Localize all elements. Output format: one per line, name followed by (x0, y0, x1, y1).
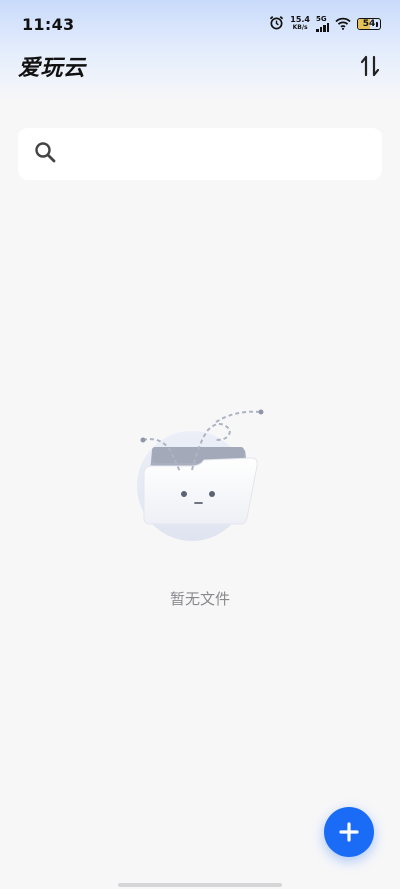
network-type: 5G (316, 15, 327, 23)
network-speed-unit: KB/s (292, 24, 308, 31)
status-time: 11:43 (22, 14, 75, 34)
network-speed: 15.4 KB/s (290, 16, 310, 32)
app-header: 爱玩云 (0, 48, 400, 84)
empty-state-message: 暂无文件 (169, 590, 230, 608)
battery-level: 54 (362, 19, 376, 29)
sort-button[interactable] (356, 52, 384, 80)
plus-icon (339, 822, 359, 842)
add-button[interactable] (324, 807, 374, 857)
search-input[interactable] (66, 133, 382, 175)
sort-arrows-icon (360, 55, 380, 77)
status-bar: 11:43 15.4 KB/s 5G 54 (0, 0, 400, 48)
search-icon (34, 141, 56, 167)
search-bar[interactable] (18, 128, 382, 180)
home-indicator (118, 883, 282, 887)
status-icons: 15.4 KB/s 5G 54 (269, 15, 381, 34)
alarm-icon (269, 15, 284, 34)
app-title: 爱玩云 (18, 56, 86, 81)
empty-folder-illustration (130, 400, 270, 550)
network-speed-value: 15.4 (290, 15, 310, 24)
wifi-icon (335, 15, 351, 34)
cellular-signal-icon: 5G (316, 16, 329, 32)
battery-icon: 54 (357, 18, 381, 30)
